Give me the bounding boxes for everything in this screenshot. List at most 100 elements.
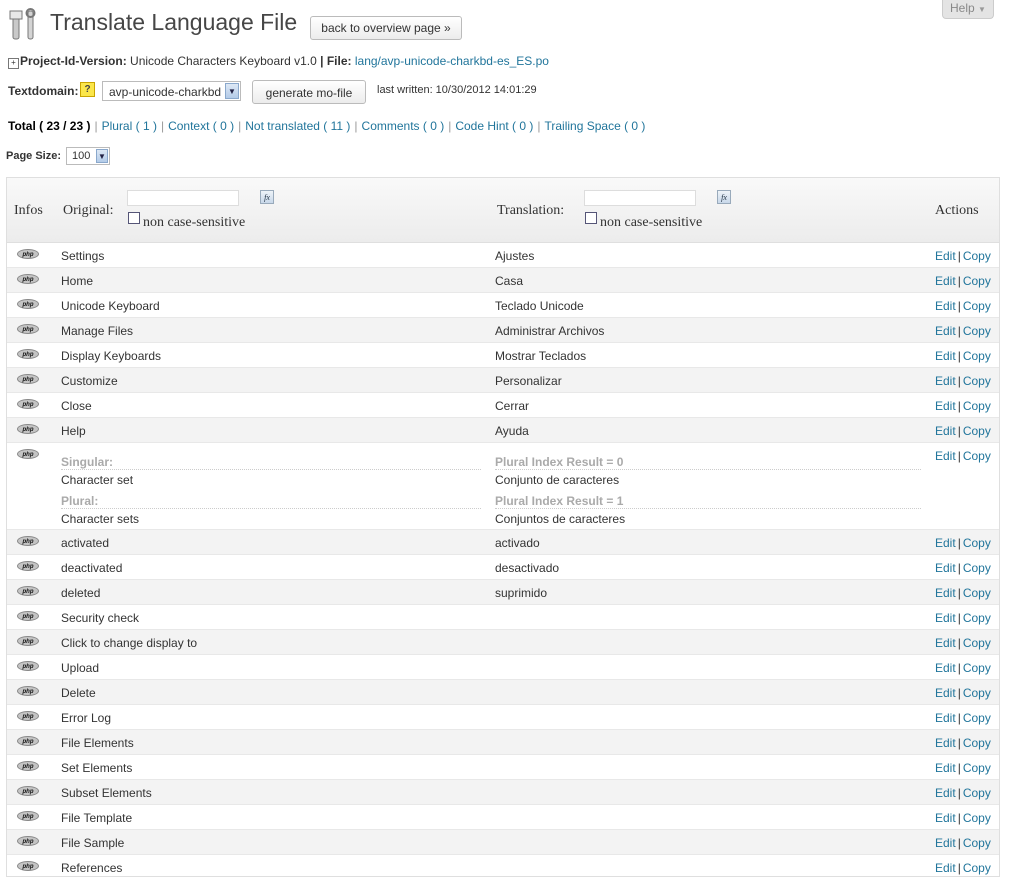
edit-link[interactable]: Edit (935, 349, 956, 363)
copy-link[interactable]: Copy (963, 836, 991, 850)
copy-link[interactable]: Copy (963, 786, 991, 800)
back-to-overview-button[interactable]: back to overview page » (310, 16, 462, 40)
copy-link[interactable]: Copy (963, 324, 991, 338)
expand-icon[interactable]: + (8, 58, 19, 69)
filter-total[interactable]: Total ( 23 / 23 ) (8, 119, 90, 133)
divider (495, 508, 921, 509)
original-text: File Sample (61, 836, 125, 850)
copy-link[interactable]: Copy (963, 611, 991, 625)
page-size-label: Page Size: (6, 150, 62, 162)
copy-link[interactable]: Copy (963, 711, 991, 725)
filter-not-translated[interactable]: Not translated ( 11 ) (245, 119, 350, 133)
edit-link[interactable]: Edit (935, 586, 956, 600)
original-text: Set Elements (61, 761, 133, 775)
php-icon: php (17, 424, 39, 434)
copy-link[interactable]: Copy (963, 274, 991, 288)
copy-link[interactable]: Copy (963, 561, 991, 575)
php-icon: php (17, 249, 39, 259)
edit-link[interactable]: Edit (935, 424, 956, 438)
php-icon: php (17, 324, 39, 334)
copy-link[interactable]: Copy (963, 861, 991, 875)
filter-context[interactable]: Context ( 0 ) (168, 119, 234, 133)
edit-link[interactable]: Edit (935, 399, 956, 413)
table-row: php Security check Edit | Copy (7, 605, 999, 630)
original-text: File Template (61, 811, 133, 825)
edit-link[interactable]: Edit (935, 249, 956, 263)
original-text: Error Log (61, 711, 112, 725)
copy-link[interactable]: Copy (963, 399, 991, 413)
row-actions: Edit | Copy (935, 786, 991, 800)
generate-mo-file-button[interactable]: generate mo-file (252, 80, 366, 104)
table-row: php Subset Elements Edit | Copy (7, 780, 999, 805)
translation-table: Infos Original: fx non case-sensitive Tr… (6, 177, 1000, 877)
edit-link[interactable]: Edit (935, 736, 956, 750)
php-icon: php (17, 586, 39, 596)
help-question-icon[interactable]: ? (80, 82, 95, 97)
row-actions: Edit | Copy (935, 661, 991, 675)
copy-link[interactable]: Copy (963, 761, 991, 775)
plural-index-0-label: Plural Index Result = 0 (495, 455, 624, 469)
copy-link[interactable]: Copy (963, 299, 991, 313)
edit-link[interactable]: Edit (935, 661, 956, 675)
edit-link[interactable]: Edit (935, 374, 956, 388)
translation-text: Ajustes (495, 249, 535, 263)
copy-link[interactable]: Copy (963, 449, 991, 463)
edit-link[interactable]: Edit (935, 786, 956, 800)
page-size-select[interactable]: 100 ▼ (66, 147, 110, 165)
filter-comments[interactable]: Comments ( 0 ) (362, 119, 445, 133)
edit-link[interactable]: Edit (935, 861, 956, 875)
translation-case-checkbox[interactable] (585, 212, 597, 224)
translation-search-input[interactable] (584, 190, 696, 206)
edit-link[interactable]: Edit (935, 811, 956, 825)
edit-link[interactable]: Edit (935, 274, 956, 288)
edit-link[interactable]: Edit (935, 324, 956, 338)
php-icon: php (17, 636, 39, 646)
edit-link[interactable]: Edit (935, 761, 956, 775)
copy-link[interactable]: Copy (963, 249, 991, 263)
copy-link[interactable]: Copy (963, 424, 991, 438)
edit-link[interactable]: Edit (935, 611, 956, 625)
translation-regex-icon[interactable]: fx (717, 190, 731, 204)
original-text: References (61, 861, 123, 875)
copy-link[interactable]: Copy (963, 536, 991, 550)
edit-link[interactable]: Edit (935, 836, 956, 850)
copy-link[interactable]: Copy (963, 661, 991, 675)
original-text: activated (61, 536, 110, 550)
original-text: Manage Files (61, 324, 134, 338)
edit-link[interactable]: Edit (935, 686, 956, 700)
copy-link[interactable]: Copy (963, 349, 991, 363)
copy-link[interactable]: Copy (963, 636, 991, 650)
original-text: Customize (61, 374, 118, 388)
action-separator: | (957, 686, 961, 700)
original-case-checkbox[interactable] (128, 212, 140, 224)
php-icon: php (17, 711, 39, 721)
original-regex-icon[interactable]: fx (260, 190, 274, 204)
table-row: php Delete Edit | Copy (7, 680, 999, 705)
divider (61, 508, 481, 509)
help-tab[interactable]: Help ▼ (942, 0, 994, 19)
file-link[interactable]: lang/avp-unicode-charkbd-es_ES.po (355, 54, 549, 68)
row-actions: Edit | Copy (935, 611, 991, 625)
copy-link[interactable]: Copy (963, 686, 991, 700)
edit-link[interactable]: Edit (935, 636, 956, 650)
row-actions: Edit | Copy (935, 349, 991, 363)
edit-link[interactable]: Edit (935, 561, 956, 575)
translation-text: Cerrar (495, 399, 530, 413)
edit-link[interactable]: Edit (935, 536, 956, 550)
edit-link[interactable]: Edit (935, 711, 956, 725)
copy-link[interactable]: Copy (963, 736, 991, 750)
copy-link[interactable]: Copy (963, 586, 991, 600)
textdomain-select[interactable]: avp-unicode-charkbd ▼ (102, 81, 241, 101)
table-row: php activated activado Edit | Copy (7, 530, 999, 555)
filter-code-hint[interactable]: Code Hint ( 0 ) (455, 119, 533, 133)
copy-link[interactable]: Copy (963, 374, 991, 388)
filter-trailing-space[interactable]: Trailing Space ( 0 ) (545, 119, 646, 133)
original-search-input[interactable] (127, 190, 239, 206)
translation-text: desactivado (495, 561, 560, 575)
filter-plural[interactable]: Plural ( 1 ) (102, 119, 157, 133)
edit-link[interactable]: Edit (935, 299, 956, 313)
row-actions: Edit | Copy (935, 736, 991, 750)
copy-link[interactable]: Copy (963, 811, 991, 825)
divider (61, 469, 481, 470)
edit-link[interactable]: Edit (935, 449, 956, 463)
